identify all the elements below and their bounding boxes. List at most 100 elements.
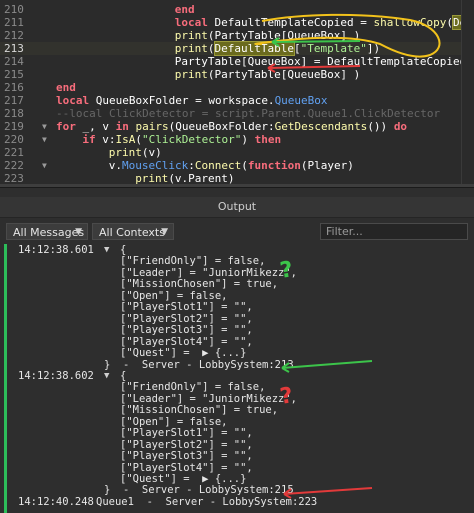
code-line-220[interactable]: 220 ▼ if v:IsA("ClickDetector") then bbox=[0, 133, 474, 146]
code-token: QueueBoxFolder = workspace. bbox=[95, 94, 275, 107]
fold-arrow-icon[interactable]: ▼ bbox=[42, 120, 47, 133]
code-token: ) bbox=[241, 133, 255, 146]
code-token: local bbox=[56, 94, 96, 107]
code-token: pairs bbox=[135, 120, 169, 133]
code-text: --local ClickDetector = script.Parent.Qu… bbox=[56, 107, 440, 120]
line-number: 218 bbox=[4, 107, 24, 120]
code-token: end bbox=[56, 81, 76, 94]
code-token: PartyTable[QueueBox] = DefaultTemplateCo… bbox=[174, 55, 473, 68]
log-group-indicator bbox=[4, 244, 7, 513]
code-line-222[interactable]: 222 ▼ v.MouseClick:Connect(function(Player… bbox=[0, 159, 474, 172]
fold-arrow-icon[interactable]: ▼ bbox=[42, 133, 47, 146]
log-timestamp: 14:12:40.248 bbox=[18, 495, 94, 508]
code-token: IsA bbox=[115, 133, 136, 146]
code-token: "ClickDetector" bbox=[142, 133, 242, 146]
code-token: [ bbox=[294, 42, 301, 55]
code-line-211[interactable]: 211 local DefaultTemplateCopied = shallow… bbox=[0, 15, 474, 30]
log-text: Queue1 - Server - LobbySystem:223 bbox=[96, 495, 318, 508]
line-number: 216 bbox=[4, 81, 24, 94]
code-token: for bbox=[56, 120, 83, 133]
code-token: ( bbox=[241, 159, 248, 172]
line-number: 215 bbox=[4, 68, 24, 81]
messages-filter-dropdown[interactable]: All Messages ▼ bbox=[6, 223, 88, 240]
line-number: 217 bbox=[4, 94, 24, 107]
code-text: print(v) bbox=[109, 146, 162, 159]
code-token: function bbox=[247, 159, 301, 172]
fold-arrow-icon[interactable]: ▼ bbox=[42, 159, 47, 172]
code-line-217[interactable]: 217 local QueueBoxFolder = workspace.Queu… bbox=[0, 94, 474, 107]
code-line-216[interactable]: 216 end bbox=[0, 81, 474, 94]
code-text: print(DefaultTable["Template"]) bbox=[174, 41, 381, 56]
messages-filter-label: All Messages bbox=[13, 226, 85, 239]
chevron-down-icon: ▼ bbox=[161, 227, 168, 237]
code-text: v.MouseClick:Connect(function(Player) bbox=[109, 159, 354, 172]
code-token: DefaultTemplateCopied = bbox=[214, 16, 374, 29]
code-token: --local ClickDetector = script.Parent.Qu… bbox=[56, 107, 441, 120]
log-timestamp: 14:12:38.601 bbox=[18, 244, 94, 256]
code-token: print bbox=[174, 29, 208, 42]
output-log[interactable]: 14:12:38.601 ▼{["FriendOnly"] = false, ["L… bbox=[0, 244, 474, 513]
line-number: 220 bbox=[4, 133, 24, 146]
editor-vertical-scrollbar[interactable] bbox=[461, 0, 474, 187]
code-token: Connect bbox=[194, 159, 242, 172]
line-number: 214 bbox=[4, 55, 24, 68]
code-text: local DefaultTemplateCopied = shallowCop… bbox=[174, 15, 474, 30]
code-token: QueueBox bbox=[274, 94, 328, 107]
code-token: do bbox=[393, 120, 408, 133]
code-text: print(PartyTable[QueueBox] ) bbox=[175, 68, 360, 81]
code-line-213[interactable]: 213 print(DefaultTable["Template"]) bbox=[0, 41, 474, 56]
code-token: MouseClick bbox=[122, 159, 189, 172]
code-token: ( bbox=[446, 16, 453, 29]
contexts-filter-dropdown[interactable]: All Contexts ▼ bbox=[92, 223, 174, 240]
code-token: : bbox=[188, 159, 195, 172]
code-line-212[interactable]: 212 print(PartyTable[QueueBox] ) bbox=[0, 29, 474, 42]
contexts-filter-label: All Contexts bbox=[99, 226, 165, 239]
code-token: print bbox=[108, 146, 142, 159]
code-token: print bbox=[174, 42, 208, 55]
code-text: end bbox=[56, 81, 76, 94]
code-token: ]) bbox=[366, 42, 381, 55]
code-text: end bbox=[175, 3, 195, 16]
code-token: print bbox=[174, 68, 208, 81]
code-line-219[interactable]: 219 ▼ for _, v in pairs(QueueBoxFolder:Get… bbox=[0, 120, 474, 133]
line-number: 212 bbox=[4, 29, 24, 42]
code-token: ( bbox=[207, 42, 215, 55]
code-text: for _, v in pairs(QueueBoxFolder:GetDesc… bbox=[56, 120, 407, 133]
code-text: local QueueBoxFolder = workspace.QueueBo… bbox=[56, 94, 328, 107]
code-token: (QueueBoxFolder: bbox=[168, 120, 275, 133]
code-token: then bbox=[254, 133, 282, 146]
code-token: shallowCopy bbox=[373, 16, 447, 29]
code-line-214[interactable]: 214 PartyTable[QueueBox] = DefaultTemplat… bbox=[0, 55, 474, 68]
line-number: 219 bbox=[4, 120, 24, 133]
log-timestamp: 14:12:38.602 bbox=[18, 369, 94, 382]
line-number: 211 bbox=[4, 16, 24, 29]
code-token: in bbox=[115, 120, 136, 133]
expand-triangle-icon[interactable]: ▼ bbox=[104, 244, 109, 257]
code-token: GetDescendants bbox=[274, 120, 368, 133]
code-token: _, v bbox=[82, 120, 116, 133]
code-token: ()) bbox=[367, 120, 394, 133]
code-line-218[interactable]: 218 --local ClickDetector = script.Parent… bbox=[0, 107, 474, 120]
code-text: PartyTable[QueueBox] = DefaultTemplateCo… bbox=[175, 55, 474, 68]
code-token: (Player) bbox=[300, 159, 354, 172]
code-token: "Template" bbox=[300, 42, 367, 55]
code-line-210[interactable]: 210 end bbox=[0, 3, 474, 16]
highlighted-token: DefaultTable bbox=[213, 41, 296, 56]
line-number: 213 bbox=[4, 42, 24, 55]
code-text: print(PartyTable[QueueBox] ) bbox=[175, 29, 360, 42]
code-token: (PartyTable[QueueBox] ) bbox=[207, 68, 361, 81]
output-panel-title: Output bbox=[0, 197, 474, 218]
code-token: v: bbox=[102, 133, 116, 146]
code-token: (v) bbox=[141, 146, 162, 159]
expand-triangle-icon[interactable]: ▼ bbox=[104, 370, 109, 383]
output-filter-bar: All Messages ▼ All Contexts ▼ Filter... bbox=[0, 218, 474, 244]
filter-input[interactable]: Filter... bbox=[320, 223, 468, 240]
code-token: if bbox=[82, 133, 103, 146]
script-editor[interactable]: 210 end 211 local DefaultTemplateCopied = s… bbox=[0, 0, 474, 187]
code-token: v. bbox=[108, 159, 123, 172]
code-line-215[interactable]: 215 print(PartyTable[QueueBox] ) bbox=[0, 68, 474, 81]
line-number: 222 bbox=[4, 159, 24, 172]
code-line-221[interactable]: 221 print(v) bbox=[0, 146, 474, 159]
code-token: local bbox=[174, 16, 215, 29]
line-number: 210 bbox=[4, 3, 24, 16]
